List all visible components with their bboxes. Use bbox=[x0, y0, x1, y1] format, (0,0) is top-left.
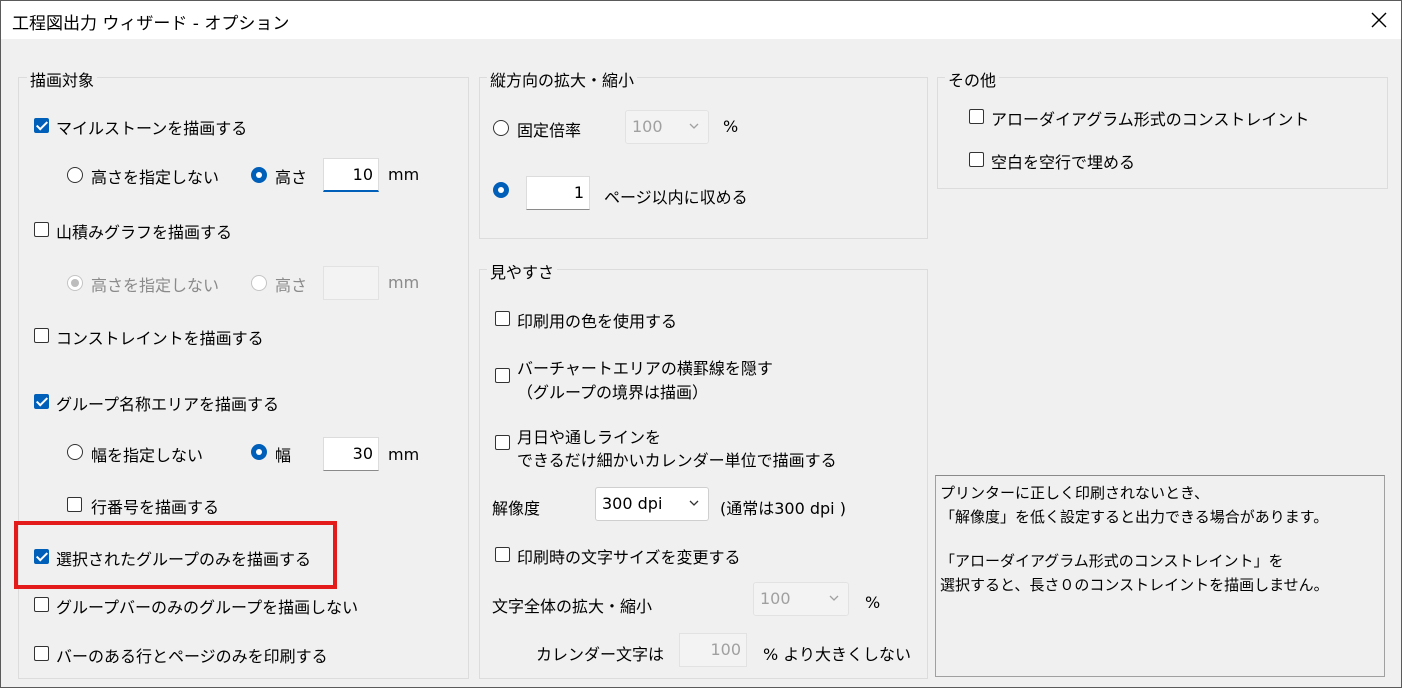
fine-calendar-label-line1: 月日や通しラインを bbox=[517, 428, 662, 447]
options-dialog: 工程図出力 ウィザード - オプション 描画対象 マイルストーンを描画する 高さ… bbox=[0, 0, 1402, 688]
change-font-size-checkbox[interactable] bbox=[495, 547, 510, 562]
group-width-radio[interactable] bbox=[251, 444, 267, 460]
arrow-diagram-label: アローダイアグラム形式のコンストレイント bbox=[991, 110, 1310, 129]
title-bar: 工程図出力 ウィザード - オプション bbox=[1, 1, 1401, 39]
calendar-text-input[interactable]: 100 bbox=[679, 633, 747, 667]
fill-blank-label: 空白を空行で埋める bbox=[991, 153, 1136, 172]
print-colors-checkbox[interactable] bbox=[495, 311, 510, 326]
mountain-height-radio[interactable] bbox=[251, 275, 267, 291]
vertical-scale-legend: 縦方向の拡大・縮小 bbox=[487, 67, 638, 91]
mountain-graph-checkbox[interactable] bbox=[34, 222, 49, 237]
mountain-no-height-label: 高さを指定しない bbox=[91, 276, 220, 295]
chevron-down-icon bbox=[829, 595, 839, 601]
vertical-scale-group bbox=[479, 77, 928, 239]
fine-calendar-label-line2: できるだけ細かいカレンダー単位で描画する bbox=[517, 451, 837, 470]
arrow-diagram-checkbox[interactable] bbox=[969, 109, 984, 124]
print-bar-rows-only-label: バーのある行とページのみを印刷する bbox=[56, 647, 328, 666]
fit-pages-label: ページ以内に収める bbox=[604, 188, 748, 207]
fine-calendar-checkbox[interactable] bbox=[495, 435, 510, 450]
group-name-area-checkbox[interactable] bbox=[34, 394, 49, 409]
resolution-note: (通常は300 dpi ) bbox=[720, 499, 846, 518]
milestone-label: マイルストーンを描画する bbox=[56, 119, 248, 138]
close-button[interactable] bbox=[1357, 1, 1401, 39]
constraint-label: コンストレイントを描画する bbox=[56, 329, 264, 348]
milestone-height-label: 高さ bbox=[275, 168, 308, 187]
milestone-height-unit: mm bbox=[388, 165, 420, 184]
window-title: 工程図出力 ウィザード - オプション bbox=[12, 14, 290, 34]
info-line-4: 選択すると、長さ０のコンストレイントを描画しません。 bbox=[940, 576, 1329, 594]
group-no-width-radio[interactable] bbox=[67, 444, 83, 460]
calendar-text-label: カレンダー文字は bbox=[536, 645, 665, 664]
fit-pages-input[interactable]: 1 bbox=[526, 176, 590, 210]
hide-lines-checkbox[interactable] bbox=[495, 368, 510, 383]
group-no-width-label: 幅を指定しない bbox=[91, 446, 204, 465]
close-icon bbox=[1371, 12, 1387, 28]
text-scale-value: 100 bbox=[760, 589, 791, 608]
resolution-select[interactable]: 300 dpi bbox=[595, 487, 709, 521]
group-name-area-label: グループ名称エリアを描画する bbox=[56, 395, 280, 414]
row-number-checkbox[interactable] bbox=[67, 497, 82, 512]
constraint-checkbox[interactable] bbox=[34, 328, 49, 343]
other-legend: その他 bbox=[945, 67, 1000, 91]
milestone-no-height-radio[interactable] bbox=[67, 167, 83, 183]
group-width-label: 幅 bbox=[275, 446, 292, 465]
mountain-height-input[interactable] bbox=[323, 266, 379, 300]
fixed-ratio-value: 100 bbox=[632, 117, 663, 136]
info-panel: プリンターに正しく印刷されないとき、 「解像度」を低く設定すると出力できる場合が… bbox=[935, 475, 1385, 677]
info-line-3: 「アローダイアグラム形式のコンストレイント」を bbox=[940, 552, 1284, 570]
skip-groupbar-only-checkbox[interactable] bbox=[34, 597, 49, 612]
hide-lines-label-line2: （グループの境界は描画） bbox=[517, 383, 709, 402]
info-line-1: プリンターに正しく印刷されないとき、 bbox=[940, 484, 1209, 502]
chevron-down-icon bbox=[689, 500, 699, 506]
resolution-label: 解像度 bbox=[492, 499, 541, 518]
hide-lines-label-line1: バーチャートエリアの横罫線を隠す bbox=[517, 359, 773, 378]
draw-target-legend: 描画対象 bbox=[27, 67, 98, 91]
fixed-ratio-select[interactable]: 100 bbox=[625, 110, 709, 144]
fixed-ratio-label: 固定倍率 bbox=[517, 121, 582, 140]
fixed-ratio-radio[interactable] bbox=[493, 120, 509, 136]
text-scale-label: 文字全体の拡大・縮小 bbox=[492, 597, 653, 616]
fixed-ratio-unit: % bbox=[723, 117, 739, 136]
resolution-value: 300 dpi bbox=[602, 494, 663, 513]
visibility-legend: 見やすさ bbox=[487, 259, 558, 283]
row-number-label: 行番号を描画する bbox=[91, 498, 220, 517]
mountain-no-height-radio[interactable] bbox=[67, 275, 83, 291]
info-line-2: 「解像度」を低く設定すると出力できる場合があります。 bbox=[940, 508, 1329, 526]
print-bar-rows-only-checkbox[interactable] bbox=[34, 646, 49, 661]
milestone-height-radio[interactable] bbox=[251, 167, 267, 183]
mountain-height-label: 高さ bbox=[275, 276, 308, 295]
text-scale-select[interactable]: 100 bbox=[753, 582, 849, 616]
change-font-size-label: 印刷時の文字サイズを変更する bbox=[517, 548, 741, 567]
milestone-checkbox[interactable] bbox=[34, 118, 49, 133]
fit-pages-radio[interactable] bbox=[493, 182, 509, 198]
text-scale-unit: % bbox=[865, 593, 881, 612]
skip-groupbar-only-label: グループバーのみのグループを描画しない bbox=[56, 598, 359, 617]
chevron-down-icon bbox=[689, 123, 699, 129]
group-width-input[interactable]: 30 bbox=[323, 437, 379, 471]
group-width-unit: mm bbox=[388, 445, 420, 464]
mountain-graph-label: 山積みグラフを描画する bbox=[56, 223, 233, 242]
calendar-text-suffix: % より大きくしない bbox=[763, 645, 911, 664]
highlight-box bbox=[14, 521, 337, 589]
print-colors-label: 印刷用の色を使用する bbox=[517, 312, 678, 331]
fill-blank-checkbox[interactable] bbox=[969, 152, 984, 167]
mountain-height-unit: mm bbox=[388, 273, 420, 292]
milestone-height-input[interactable]: 10 bbox=[323, 158, 379, 192]
milestone-no-height-label: 高さを指定しない bbox=[91, 168, 220, 187]
